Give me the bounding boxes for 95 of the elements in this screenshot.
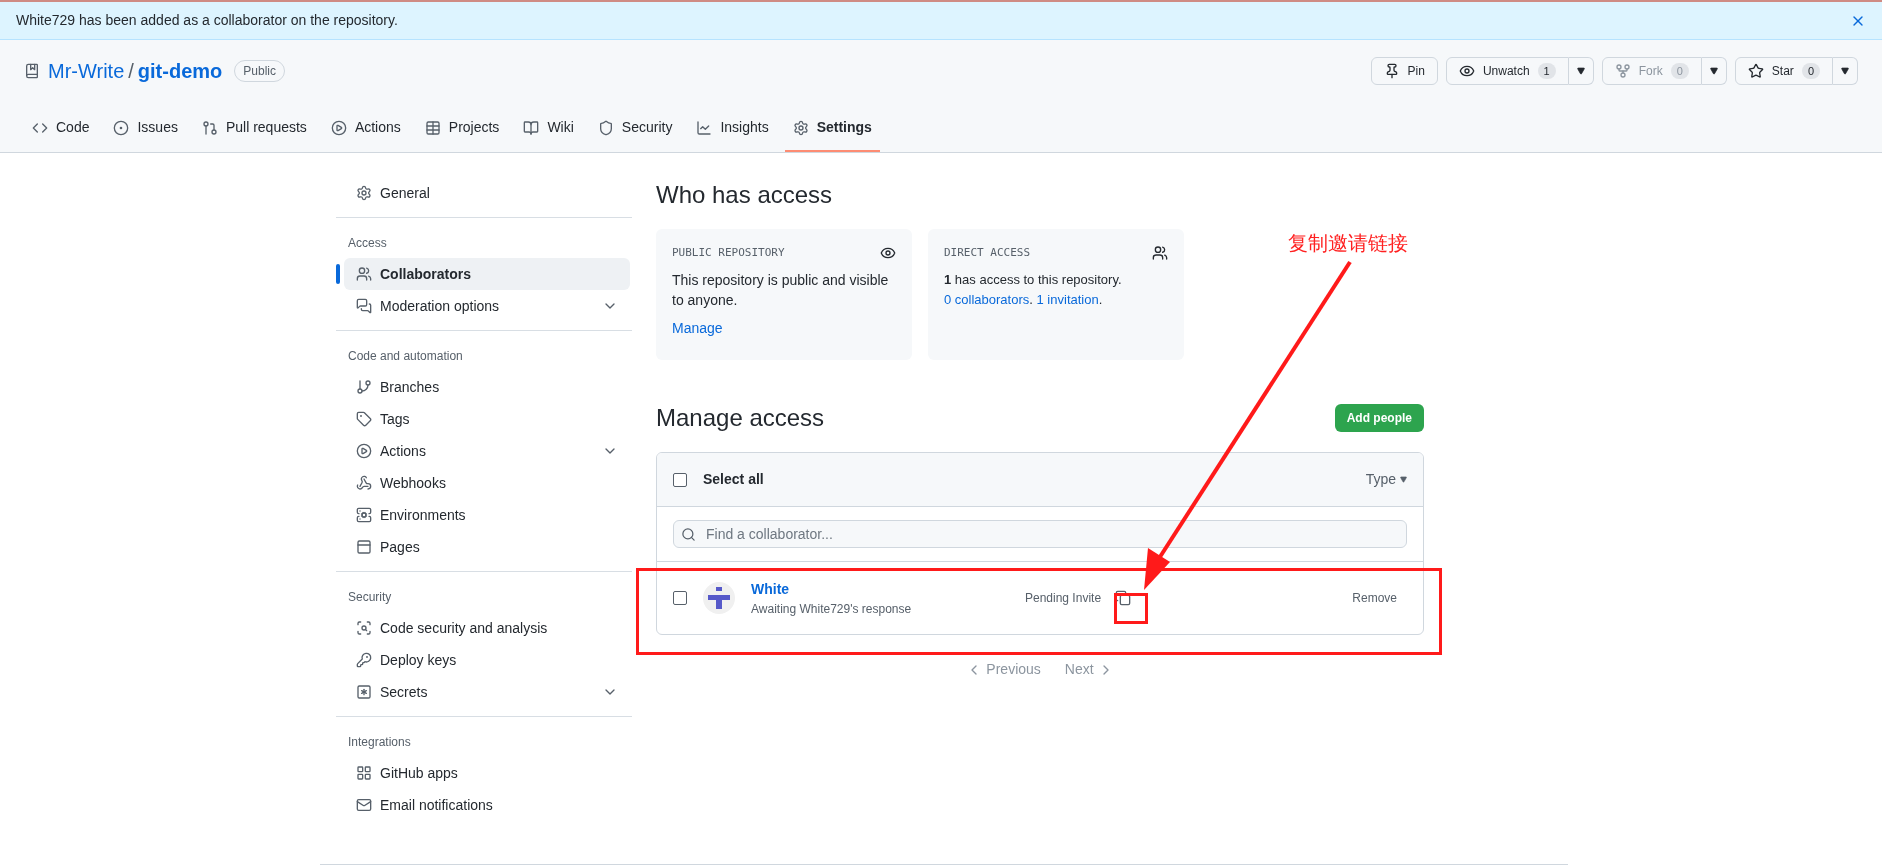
people-icon — [1152, 245, 1168, 262]
card-text: This repository is public and visible to anyone. — [672, 270, 890, 310]
sidebar-item[interactable]: Tags — [344, 403, 630, 435]
shield-icon — [597, 119, 614, 136]
nav-tab[interactable]: Actions — [322, 109, 409, 152]
table-icon — [424, 119, 441, 136]
nav-tab[interactable]: Settings — [784, 109, 880, 152]
eye-icon — [1458, 63, 1475, 79]
repo-action-button[interactable]: Star 0 — [1734, 57, 1833, 85]
annotation-label: 复制邀请链接 — [1288, 230, 1408, 257]
repo-icon — [24, 63, 40, 79]
select-all-label: Select all — [703, 470, 765, 489]
nav-tab[interactable]: Insights — [688, 109, 777, 152]
avatar-icon — [703, 582, 735, 614]
path-separator: / — [128, 59, 134, 84]
asterisk-icon — [356, 684, 372, 700]
action-label: Star — [1771, 63, 1794, 80]
pull-request-icon — [201, 119, 218, 136]
sidebar-item[interactable]: Branches — [344, 371, 630, 403]
repo-name-link[interactable]: git-demo — [137, 56, 223, 86]
key-icon — [356, 652, 372, 668]
play-icon — [330, 119, 347, 136]
mail-icon — [356, 797, 372, 813]
sidebar-item[interactable]: Environments — [344, 499, 630, 531]
nav-tab[interactable]: Issues — [105, 109, 186, 152]
card-text: 1 has access to this repository. 0 collaborators. 1 invitation. — [944, 270, 1123, 309]
invite-status: Pending Invite — [1025, 590, 1102, 607]
nav-tab[interactable]: Security — [589, 109, 681, 152]
sidebar-item[interactable]: Moderation options — [344, 290, 630, 322]
card-heading: PUBLIC REPOSITORY — [672, 245, 785, 261]
sidebar-heading: Code and automation — [347, 348, 464, 365]
circle-dot-icon — [113, 119, 130, 136]
line-chart-icon — [696, 119, 713, 136]
manage-link[interactable]: Manage — [672, 317, 896, 339]
counter: 0 — [1670, 62, 1689, 80]
sidebar-item[interactable]: Collaborators — [344, 258, 630, 290]
sidebar-heading: Access — [347, 235, 388, 252]
sidebar-item[interactable]: Email notifications — [344, 789, 630, 821]
sidebar-item[interactable]: Webhooks — [344, 467, 630, 499]
dropdown-button[interactable] — [1701, 57, 1727, 85]
nav-tab[interactable]: Wiki — [515, 109, 582, 152]
sidebar-heading: Security — [347, 589, 393, 606]
server-icon — [356, 507, 372, 523]
nav-tab[interactable]: Code — [24, 109, 98, 152]
book-icon — [523, 119, 540, 136]
sidebar-item[interactable]: Code security and analysis — [344, 612, 630, 644]
owner-link[interactable]: Mr-Write — [48, 56, 125, 86]
checkbox[interactable] — [673, 472, 687, 487]
fork-icon — [1614, 63, 1631, 79]
nav-tab[interactable]: Pull requests — [193, 109, 315, 152]
invitation-link[interactable]: 1 invitation — [1036, 291, 1099, 307]
people-icon — [356, 266, 372, 282]
copy-button[interactable] — [1115, 590, 1132, 606]
banner-message: White729 has been added as a collaborator on the repository. — [16, 11, 398, 30]
punctuation: . — [1098, 291, 1103, 307]
star-icon — [1747, 63, 1764, 79]
sidebar-item[interactable]: Actions — [344, 435, 630, 467]
remove-button[interactable]: Remove — [1352, 589, 1397, 607]
pin-button[interactable]: Pin — [1370, 57, 1438, 85]
browser-icon — [356, 539, 372, 555]
type-filter[interactable]: Type — [1365, 469, 1407, 490]
repo-action-button[interactable]: Unwatch 1 — [1445, 57, 1569, 85]
caret-icon — [1709, 67, 1718, 75]
caret-icon — [1841, 67, 1849, 75]
grid-icon — [356, 765, 372, 781]
counter: 0 — [1801, 62, 1820, 80]
action-label: Unwatch — [1482, 63, 1530, 80]
scan-icon — [356, 620, 372, 636]
branch-icon — [356, 379, 372, 395]
sidebar-item[interactable]: Pages — [344, 531, 630, 563]
sidebar-item[interactable]: General — [344, 177, 630, 209]
search-field[interactable]: Find a collaborator... — [673, 520, 1407, 548]
caret-icon — [1400, 476, 1407, 483]
dropdown-button[interactable] — [1568, 57, 1594, 85]
counter: 1 — [1537, 62, 1556, 80]
sidebar-item[interactable]: GitHub apps — [344, 757, 630, 789]
sidebar-item[interactable]: Deploy keys — [344, 644, 630, 676]
section-title: Manage access — [656, 403, 825, 433]
action-label: Fork — [1638, 63, 1663, 80]
nav-tab[interactable]: Projects — [416, 109, 508, 152]
tag-icon — [356, 411, 372, 427]
selected-indicator — [336, 264, 340, 284]
section-title: Who has access — [656, 180, 834, 210]
play-icon — [356, 443, 372, 459]
sidebar-item[interactable]: Secrets — [344, 676, 630, 708]
dropdown-button[interactable] — [1833, 57, 1858, 85]
checkbox[interactable] — [673, 591, 687, 605]
punctuation: . — [1029, 291, 1033, 307]
sidebar-heading: Integrations — [347, 734, 412, 751]
gear-icon — [356, 185, 372, 201]
card-heading: DIRECT ACCESS — [944, 245, 1031, 261]
caret-icon — [1576, 67, 1585, 75]
webhook-icon — [356, 475, 372, 491]
gear-icon — [792, 119, 809, 136]
chat-icon — [356, 298, 372, 314]
